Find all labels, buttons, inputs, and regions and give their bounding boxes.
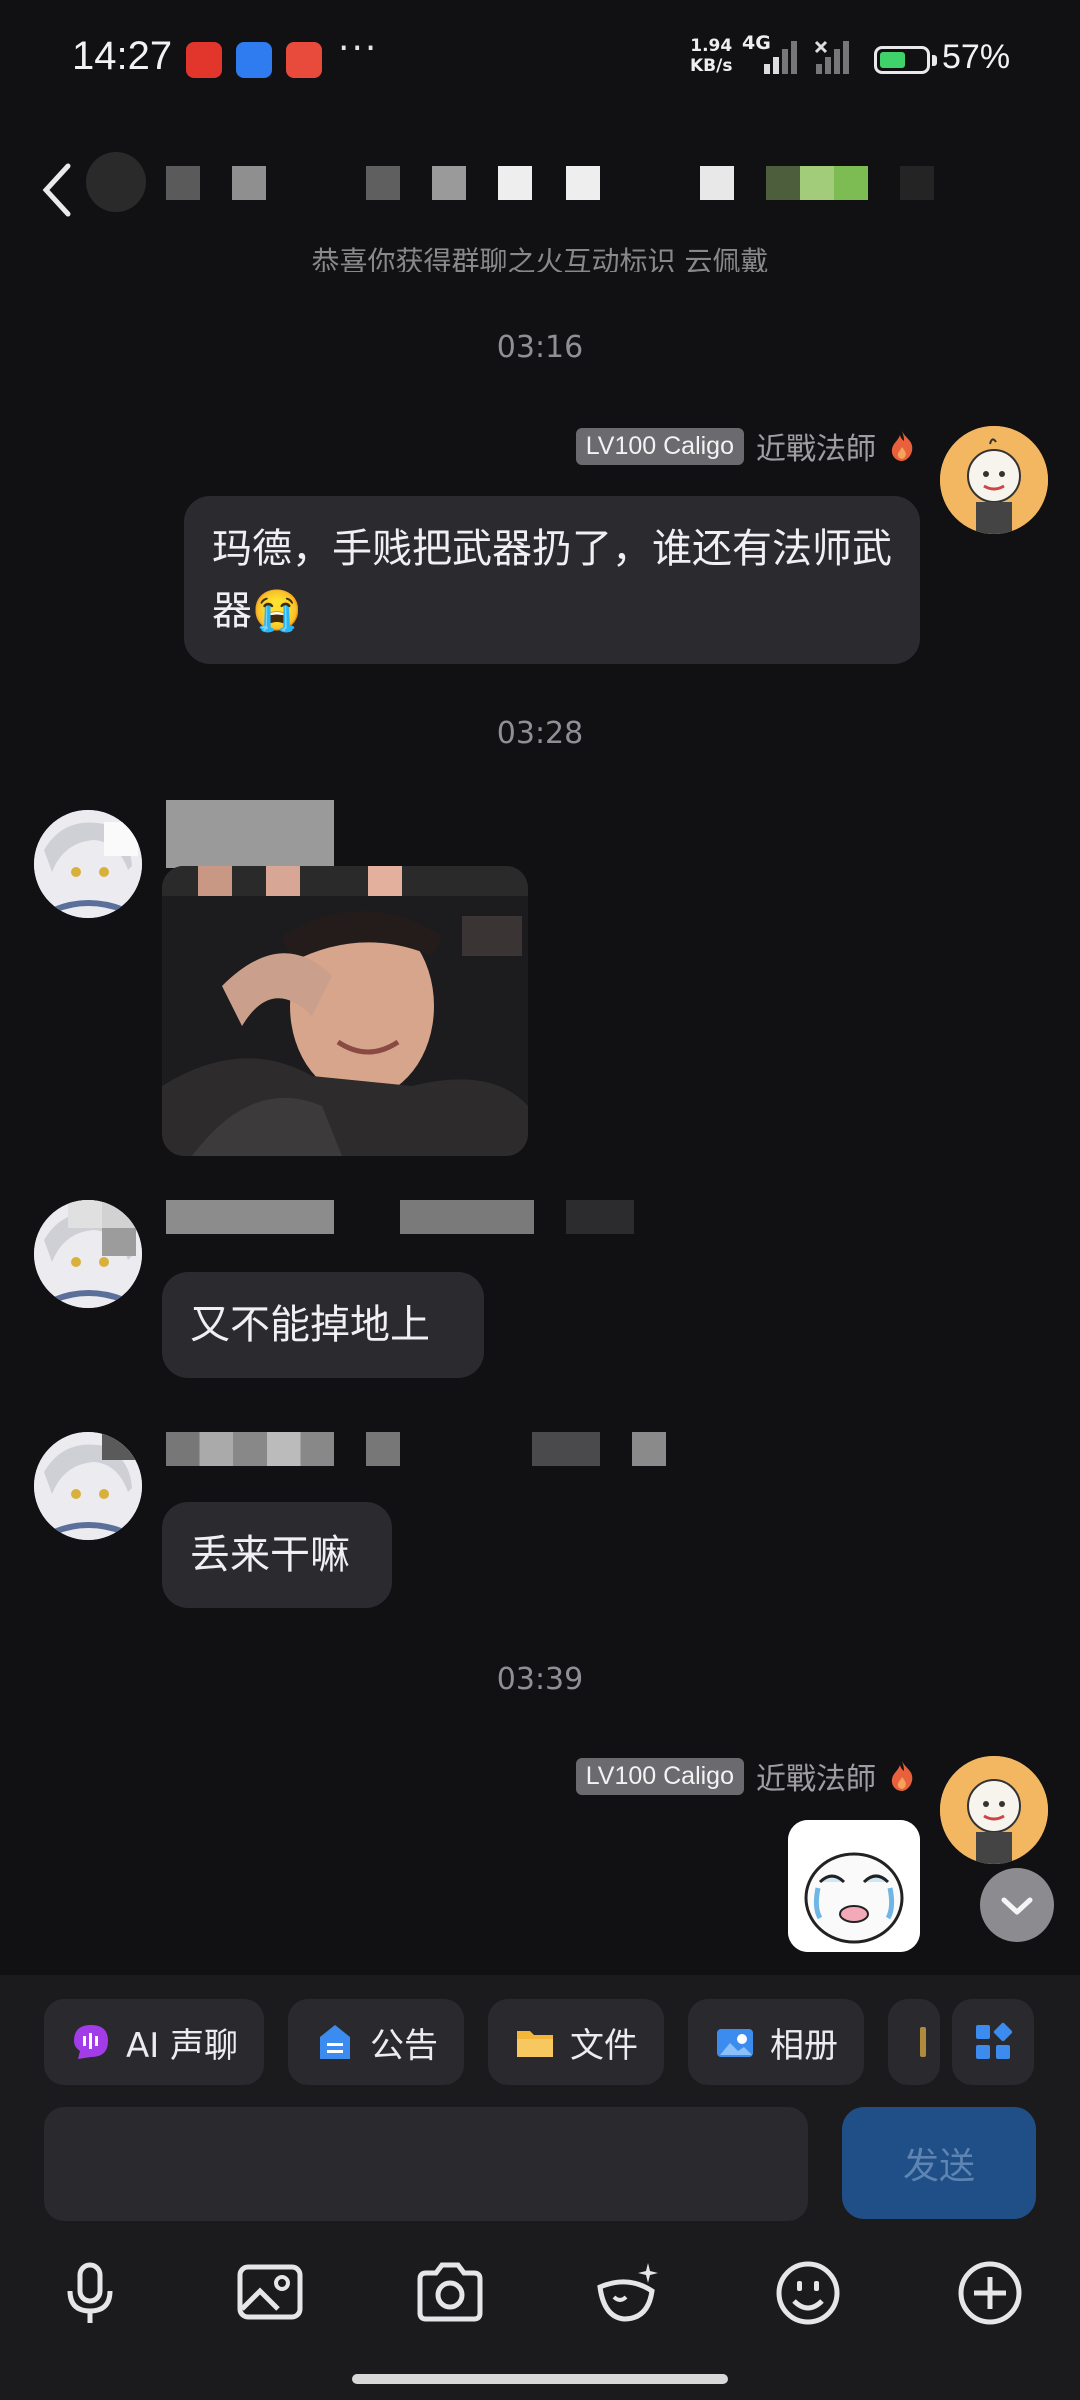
quick-action-label: 文件 xyxy=(570,2025,638,2066)
redacted-title-block xyxy=(900,166,934,200)
signal-icon xyxy=(764,41,797,74)
redacted-title-block xyxy=(86,152,146,212)
redacted-title-block xyxy=(232,166,266,200)
message-bubble[interactable]: 玛德，手贱把武器扔了，谁还有法师武器😭 xyxy=(184,496,920,664)
chevron-down-icon xyxy=(1001,1897,1033,1915)
sender-tag: LV100 Caligo 近戰法師 xyxy=(575,426,916,467)
redacted-title-block xyxy=(498,166,532,200)
redacted-sender-name xyxy=(166,1432,334,1466)
net-speed: 1.94 KB/s xyxy=(690,36,732,76)
more-notifications-icon: ··· xyxy=(338,28,379,69)
camera-icon[interactable] xyxy=(414,2257,486,2329)
message-text: 丢来干嘛 xyxy=(190,1532,350,1578)
redacted-sender-name xyxy=(532,1432,600,1466)
app-notification-icon-2 xyxy=(236,42,272,78)
emoji-icon[interactable] xyxy=(772,2257,844,2329)
folder-icon xyxy=(517,2031,553,2057)
net-speed-value: 1.94 xyxy=(690,36,733,56)
message-time: 03:16 xyxy=(496,330,584,365)
announcement-icon xyxy=(320,2025,350,2059)
app-notification-icon-1 xyxy=(186,42,222,78)
photo-image xyxy=(162,866,528,1156)
app-notification-icon-3 xyxy=(286,42,322,78)
group-notice: 恭喜你获得群聊之火互动标识 云佩戴 xyxy=(311,245,769,272)
signal-no-service-icon xyxy=(814,40,849,74)
redacted-title-block xyxy=(834,166,868,200)
avatar[interactable] xyxy=(34,1200,142,1308)
quick-action-bar: AI 声聊 公告 文件 相册 xyxy=(0,1999,1080,2087)
sender-tag: LV100 Caligo 近戰法師 xyxy=(575,1756,916,1797)
album-icon xyxy=(717,2029,753,2057)
message-bubble[interactable]: 丢来干嘛 xyxy=(162,1502,392,1608)
partial-icon xyxy=(920,2027,926,2057)
image-icon[interactable] xyxy=(234,2257,306,2329)
scroll-to-bottom-button[interactable] xyxy=(980,1868,1054,1942)
redacted-title-block xyxy=(432,166,466,200)
fire-icon xyxy=(891,431,913,461)
home-indicator[interactable] xyxy=(352,2374,728,2384)
message-text: 又不能掉地上 xyxy=(190,1302,430,1348)
redacted-title-block xyxy=(566,166,600,200)
quick-action-ai-voice[interactable]: AI 声聊 xyxy=(44,1999,265,2085)
plus-icon[interactable] xyxy=(954,2257,1026,2329)
status-bar: 14:27 ··· 1.94 KB/s 4G 57% xyxy=(0,0,1080,120)
redacted-sender-name xyxy=(566,1200,634,1234)
send-button[interactable]: 发送 xyxy=(842,2107,1036,2219)
battery-percent: 57% xyxy=(942,38,1011,76)
crying-sticker-image xyxy=(788,1820,920,1952)
quick-action-files[interactable]: 文件 xyxy=(488,1999,664,2085)
sticker-message[interactable] xyxy=(788,1820,920,1952)
chat-header: 1 xyxy=(0,130,1080,240)
redacted-title-block xyxy=(800,166,834,200)
message-bubble[interactable]: 又不能掉地上 xyxy=(162,1272,484,1378)
app-grid-icon xyxy=(976,2022,1013,2059)
quick-action-label: 相册 xyxy=(770,2025,838,2066)
other-avatar-image xyxy=(34,810,142,918)
redacted-sender-name xyxy=(632,1432,666,1466)
quick-action-label: 公告 xyxy=(370,2025,438,2066)
avatar[interactable] xyxy=(34,810,142,918)
app-grid-button[interactable] xyxy=(952,1999,1034,2085)
quick-action-more[interactable] xyxy=(888,1999,940,2085)
sender-nickname: 近戰法師 xyxy=(756,1762,876,1797)
battery-icon xyxy=(874,46,930,74)
ai-voice-icon xyxy=(74,2025,108,2059)
chevron-left-icon[interactable] xyxy=(38,160,78,220)
avatar[interactable] xyxy=(34,1432,142,1540)
fire-icon xyxy=(891,1761,913,1791)
redacted-title-block xyxy=(766,166,800,200)
redacted-title-block xyxy=(700,166,734,200)
self-avatar-image xyxy=(940,1756,1048,1864)
redacted-sender-name xyxy=(366,1432,400,1466)
microphone-icon[interactable] xyxy=(54,2257,126,2329)
status-time: 14:27 xyxy=(72,34,173,78)
avatar[interactable] xyxy=(940,426,1048,534)
level-badge: LV100 Caligo xyxy=(575,1757,744,1795)
other-avatar-image xyxy=(34,1200,142,1308)
self-avatar-image xyxy=(940,426,1048,534)
quick-action-label: AI 声聊 xyxy=(126,2025,239,2066)
composer-panel: AI 声聊 公告 文件 相册 发送 xyxy=(0,1975,1080,2400)
battery-level xyxy=(880,52,905,68)
redacted-sender-name xyxy=(400,1200,534,1234)
battery-tip xyxy=(932,55,937,66)
magic-sticker-icon[interactable] xyxy=(592,2257,664,2329)
shared-photo[interactable] xyxy=(162,866,528,1156)
redacted-sender-name xyxy=(166,1200,334,1234)
message-time: 03:28 xyxy=(496,716,584,751)
avatar[interactable] xyxy=(940,1756,1048,1864)
message-text: 玛德，手贱把武器扔了，谁还有法师武器😭 xyxy=(212,526,892,634)
redacted-sender-name xyxy=(166,800,334,868)
message-input[interactable] xyxy=(44,2107,808,2221)
quick-action-announcement[interactable]: 公告 xyxy=(288,1999,464,2085)
level-badge: LV100 Caligo xyxy=(575,427,744,465)
composer-toolbar xyxy=(0,2247,1080,2337)
message-time: 03:39 xyxy=(496,1662,584,1697)
other-avatar-image xyxy=(34,1432,142,1540)
quick-action-album[interactable]: 相册 xyxy=(688,1999,864,2085)
sender-nickname: 近戰法師 xyxy=(756,432,876,467)
redacted-title-block xyxy=(366,166,400,200)
redacted-title-block xyxy=(166,166,200,200)
net-speed-unit: KB/s xyxy=(690,56,733,76)
